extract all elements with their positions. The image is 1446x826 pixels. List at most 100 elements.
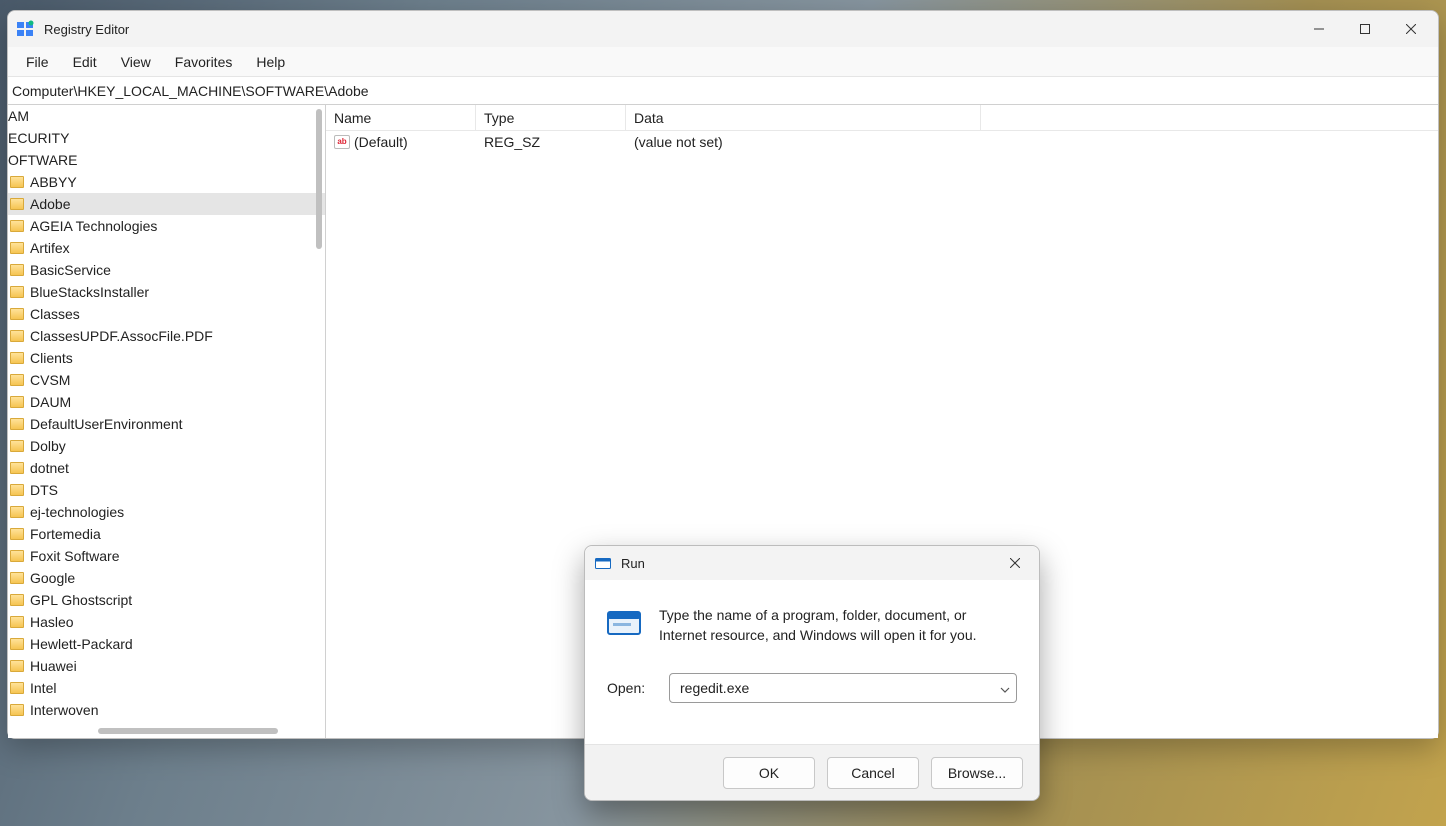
column-header-name[interactable]: Name — [326, 105, 476, 130]
run-open-combobox[interactable]: regedit.exe — [669, 673, 1017, 703]
window-title: Registry Editor — [44, 22, 129, 37]
tree-item[interactable]: BasicService — [8, 259, 325, 281]
tree-pane[interactable]: AM ECURITY OFTWARE ABBYY Adobe AGEIA Technolo… — [8, 105, 326, 738]
address-bar[interactable]: Computer\HKEY_LOCAL_MACHINE\SOFTWARE\Ado… — [8, 77, 1438, 105]
tree-item-label: DTS — [30, 482, 58, 498]
scrollbar-thumb[interactable] — [316, 109, 322, 249]
folder-icon — [10, 462, 24, 474]
tree-item[interactable]: Hewlett-Packard — [8, 633, 325, 655]
folder-icon — [10, 682, 24, 694]
tree-item[interactable]: ej-technologies — [8, 501, 325, 523]
folder-icon — [10, 286, 24, 298]
folder-icon — [10, 242, 24, 254]
folder-icon — [10, 352, 24, 364]
browse-button[interactable]: Browse... — [931, 757, 1023, 789]
tree-item[interactable]: AGEIA Technologies — [8, 215, 325, 237]
tree-item[interactable]: Google — [8, 567, 325, 589]
tree-item-label: BasicService — [30, 262, 111, 278]
close-button[interactable] — [1388, 13, 1434, 45]
tree-item[interactable]: AM — [8, 105, 325, 127]
run-open-label: Open: — [607, 680, 651, 696]
run-title: Run — [621, 556, 645, 571]
menu-file[interactable]: File — [14, 50, 61, 74]
tree-item-label: Adobe — [30, 196, 70, 212]
tree-item[interactable]: Huawei — [8, 655, 325, 677]
column-header-type[interactable]: Type — [476, 105, 626, 130]
tree-item[interactable]: Hasleo — [8, 611, 325, 633]
tree-item[interactable]: Dolby — [8, 435, 325, 457]
regedit-icon — [16, 20, 34, 38]
tree-item-label: Clients — [30, 350, 73, 366]
maximize-button[interactable] — [1342, 13, 1388, 45]
tree-item-label: Hewlett-Packard — [30, 636, 133, 652]
minimize-button[interactable] — [1296, 13, 1342, 45]
ok-button[interactable]: OK — [723, 757, 815, 789]
tree-item[interactable]: Clients — [8, 347, 325, 369]
scrollbar-thumb[interactable] — [98, 728, 278, 734]
tree-item-label: Foxit Software — [30, 548, 119, 564]
tree-item-label: DAUM — [30, 394, 71, 410]
tree-item-label: BlueStacksInstaller — [30, 284, 149, 300]
folder-icon — [10, 264, 24, 276]
column-header-data[interactable]: Data — [626, 105, 981, 130]
tree-item-label: CVSM — [30, 372, 70, 388]
folder-icon — [10, 418, 24, 430]
menu-view[interactable]: View — [109, 50, 163, 74]
tree-horizontal-scrollbar[interactable] — [8, 720, 325, 738]
tree-item[interactable]: ClassesUPDF.AssocFile.PDF — [8, 325, 325, 347]
run-program-icon — [607, 608, 641, 636]
tree-item-label: OFTWARE — [8, 152, 77, 168]
tree-item[interactable]: ABBYY — [8, 171, 325, 193]
cancel-button[interactable]: Cancel — [827, 757, 919, 789]
tree-item[interactable]: Interwoven — [8, 699, 325, 720]
tree-item[interactable]: DAUM — [8, 391, 325, 413]
tree-item-label: ej-technologies — [30, 504, 124, 520]
tree-item[interactable]: Fortemedia — [8, 523, 325, 545]
tree-item[interactable]: Adobe — [8, 193, 325, 215]
folder-icon — [10, 176, 24, 188]
run-close-button[interactable] — [995, 547, 1035, 579]
run-titlebar[interactable]: Run — [585, 546, 1039, 580]
tree-item-label: ABBYY — [30, 174, 77, 190]
tree-item-label: AM — [8, 108, 29, 124]
run-button-bar: OK Cancel Browse... — [585, 744, 1039, 800]
tree-item[interactable]: BlueStacksInstaller — [8, 281, 325, 303]
tree-item[interactable]: Classes — [8, 303, 325, 325]
tree-item-label: Artifex — [30, 240, 70, 256]
tree-item-label: Huawei — [30, 658, 77, 674]
titlebar[interactable]: Registry Editor — [8, 11, 1438, 47]
menu-help[interactable]: Help — [244, 50, 297, 74]
tree-item[interactable]: ECURITY — [8, 127, 325, 149]
value-row[interactable]: ab(Default)REG_SZ(value not set) — [326, 131, 1438, 153]
tree-item[interactable]: dotnet — [8, 457, 325, 479]
tree-item[interactable]: Foxit Software — [8, 545, 325, 567]
value-type: REG_SZ — [476, 134, 626, 150]
tree-item[interactable]: OFTWARE — [8, 149, 325, 171]
folder-icon — [10, 594, 24, 606]
tree-vertical-scrollbar[interactable] — [307, 105, 325, 720]
folder-icon — [10, 484, 24, 496]
menu-favorites[interactable]: Favorites — [163, 50, 245, 74]
tree-item[interactable]: Intel — [8, 677, 325, 699]
folder-icon — [10, 616, 24, 628]
run-description: Type the name of a program, folder, docu… — [659, 606, 1017, 645]
folder-icon — [10, 704, 24, 716]
menu-edit[interactable]: Edit — [61, 50, 109, 74]
folder-icon — [10, 220, 24, 232]
folder-icon — [10, 660, 24, 672]
tree-item[interactable]: Artifex — [8, 237, 325, 259]
tree-item[interactable]: GPL Ghostscript — [8, 589, 325, 611]
tree-item[interactable]: CVSM — [8, 369, 325, 391]
tree-item-label: GPL Ghostscript — [30, 592, 132, 608]
run-icon — [595, 556, 611, 570]
tree-item[interactable]: DefaultUserEnvironment — [8, 413, 325, 435]
folder-icon — [10, 440, 24, 452]
tree-item[interactable]: DTS — [8, 479, 325, 501]
list-header: Name Type Data — [326, 105, 1438, 131]
tree-item-label: Google — [30, 570, 75, 586]
folder-icon — [10, 550, 24, 562]
tree-item-label: Hasleo — [30, 614, 74, 630]
folder-icon — [10, 330, 24, 342]
tree-item-label: Intel — [30, 680, 56, 696]
run-body: Type the name of a program, folder, docu… — [585, 580, 1039, 744]
